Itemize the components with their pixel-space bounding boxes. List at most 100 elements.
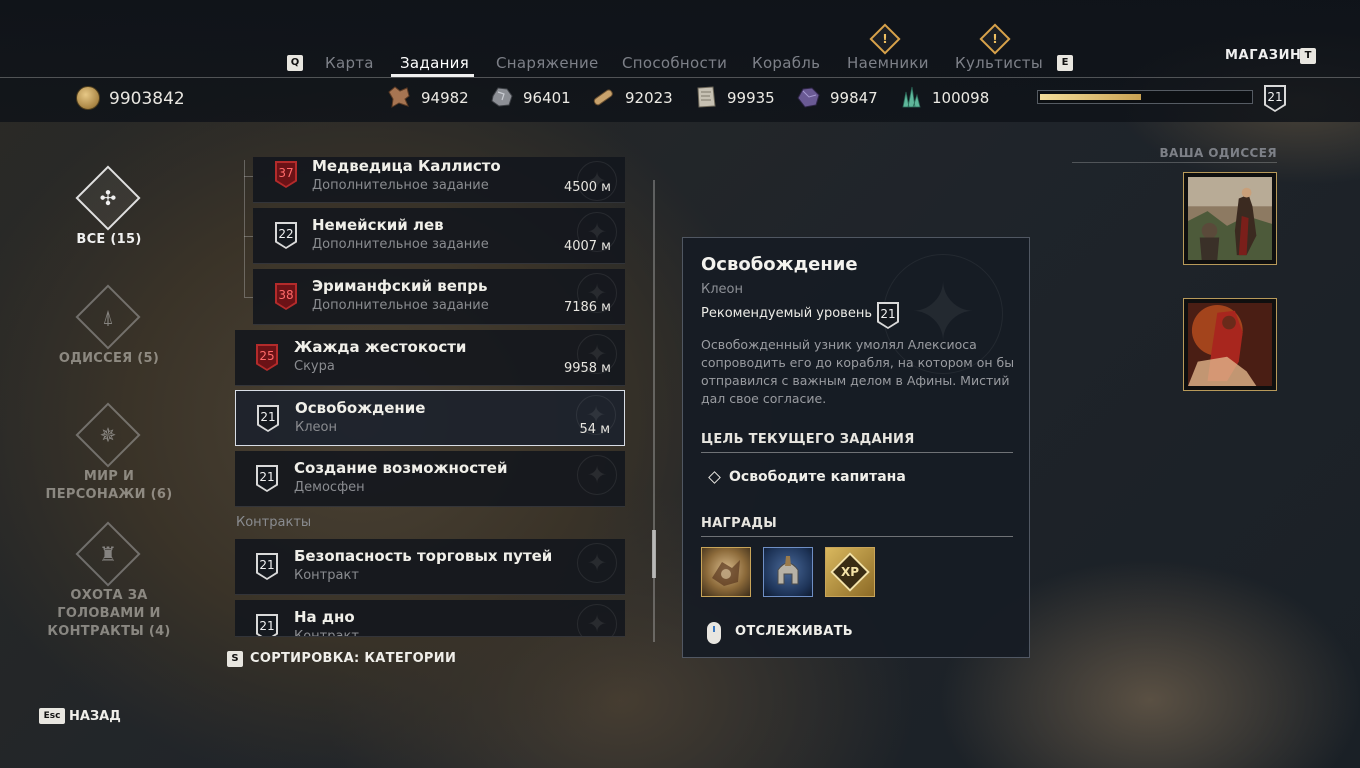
quest-tree-branch xyxy=(244,176,253,177)
quest-type: Демосфен xyxy=(294,480,365,495)
quest-distance: 4007 м xyxy=(563,239,611,254)
quest-row[interactable]: 21 ✦ Создание возможностей Демосфен xyxy=(235,451,625,507)
quest-level-badge: 22 xyxy=(275,222,297,249)
odyssey-scene-image xyxy=(1188,303,1272,386)
xp-reward-icon[interactable]: XP xyxy=(825,547,875,597)
quest-type: Скура xyxy=(294,359,335,374)
crystal-amount: 100098 xyxy=(932,89,990,107)
recommended-level-label: Рекомендуемый уровень xyxy=(701,306,872,321)
quest-distance: 7186 м xyxy=(563,300,611,315)
odyssey-portrait-2[interactable] xyxy=(1183,298,1277,391)
crystal-icon xyxy=(902,86,921,108)
objective-text: Освободите капитана xyxy=(729,469,906,485)
back-key[interactable]: Esc xyxy=(39,708,65,724)
quest-type: Контракт xyxy=(294,568,359,583)
category-bounty-contracts[interactable]: ОХОТА ЗА ГОЛОВАМИ И КОНТРАКТЫ (4) xyxy=(39,587,179,641)
all-quests-icon[interactable]: ✣ xyxy=(75,165,141,231)
compass-icon: ✦ xyxy=(577,455,617,495)
list-scrollbar[interactable] xyxy=(652,530,656,578)
quest-title: На дно xyxy=(294,608,355,626)
odyssey-icon[interactable]: ⍋ xyxy=(75,284,141,350)
quest-level-badge: 21 xyxy=(257,405,279,432)
category-world-characters[interactable]: МИР И ПЕРСОНАЖИ (6) xyxy=(39,468,179,504)
drachmae-amount: 9903842 xyxy=(109,89,185,109)
quest-level-badge: 21 xyxy=(256,465,278,492)
obsidian-icon xyxy=(797,87,820,108)
prev-tab-key[interactable]: Q xyxy=(287,55,303,71)
next-tab-key[interactable]: E xyxy=(1057,55,1073,71)
tab-abilities[interactable]: Способности xyxy=(622,54,727,72)
quest-type: Дополнительное задание xyxy=(312,298,489,313)
category-odyssey[interactable]: ОДИССЕЯ (5) xyxy=(19,350,199,368)
quest-title: Освобождение xyxy=(295,399,426,417)
quest-title: Создание возможностей xyxy=(294,459,508,477)
ancient-tablet-icon xyxy=(697,86,716,108)
quest-row[interactable]: 25 ✦ Жажда жестокости Скура 9958 м xyxy=(235,330,625,386)
detail-title: Освобождение xyxy=(701,254,858,275)
quest-type: Дополнительное задание xyxy=(312,178,489,193)
xp-progress-fill xyxy=(1040,94,1141,100)
quest-type: Дополнительное задание xyxy=(312,237,489,252)
iron-ore-icon xyxy=(491,87,513,107)
odyssey-divider xyxy=(1072,162,1277,163)
quest-row[interactable]: 38 ✦ Эриманфский вепрь Дополнительное за… xyxy=(253,269,625,325)
leather-amount: 94982 xyxy=(421,89,469,107)
shop-button[interactable]: МАГАЗИН xyxy=(1225,48,1302,63)
drachma-icon xyxy=(76,86,100,110)
tab-equipment[interactable]: Снаряжение xyxy=(496,54,599,72)
quest-distance: 4500 м xyxy=(563,180,611,195)
tab-mercenaries[interactable]: Наемники xyxy=(847,54,929,72)
compass-icon: ✦ xyxy=(577,543,617,583)
bounty-contracts-icon[interactable]: ♜ xyxy=(75,521,141,587)
xp-progress-bar xyxy=(1037,90,1253,104)
tab-quests[interactable]: Задания xyxy=(400,54,469,72)
odyssey-scene-image xyxy=(1188,177,1272,260)
quest-tree-branch xyxy=(244,297,253,298)
wood-amount: 92023 xyxy=(625,89,673,107)
sort-button[interactable]: СОРТИРОВКА: КАТЕГОРИИ xyxy=(250,651,456,666)
quest-detail-panel: ✦ Освобождение Клеон Рекомендуемый урове… xyxy=(682,237,1030,658)
ancient-tablet-amount: 99935 xyxy=(727,89,775,107)
objective-header: ЦЕЛЬ ТЕКУЩЕГО ЗАДАНИЯ xyxy=(701,432,915,447)
sort-key[interactable]: S xyxy=(227,651,243,667)
detail-giver: Клеон xyxy=(701,282,743,297)
rewards-divider xyxy=(701,536,1013,537)
quest-type: Контракт xyxy=(294,629,359,637)
quest-title: Медведица Каллисто xyxy=(312,157,501,175)
quest-tree-branch xyxy=(244,236,253,237)
active-tab-indicator xyxy=(391,74,474,77)
detail-description: Освобожденный узник умолял Алексиоса соп… xyxy=(701,337,1015,406)
engraving-reward-icon[interactable] xyxy=(701,547,751,597)
quest-level-badge: 38 xyxy=(275,283,297,310)
quest-row[interactable]: 37 ✦ Медведица Каллисто Дополнительное з… xyxy=(253,157,625,203)
quest-title: Безопасность торговых путей xyxy=(294,547,553,565)
mouse-icon xyxy=(707,622,721,644)
odyssey-header: ВАША ОДИССЕЯ xyxy=(1159,146,1277,160)
quest-row-selected[interactable]: 21 ✦ Освобождение Клеон 54 м xyxy=(235,390,625,446)
quest-title: Жажда жестокости xyxy=(294,338,467,356)
tab-ship[interactable]: Корабль xyxy=(752,54,820,72)
quest-title: Немейский лев xyxy=(312,216,444,234)
iron-ore-amount: 96401 xyxy=(523,89,571,107)
top-bar-divider xyxy=(0,77,1360,78)
world-characters-icon[interactable]: ✵ xyxy=(75,402,141,468)
tab-cultists[interactable]: Культисты xyxy=(955,54,1043,72)
track-button[interactable]: ОТСЛЕЖИВАТЬ xyxy=(735,624,853,639)
shop-key[interactable]: T xyxy=(1300,48,1316,64)
objective-divider xyxy=(701,452,1013,453)
quest-type: Клеон xyxy=(295,420,337,435)
tab-map[interactable]: Карта xyxy=(325,54,374,72)
quest-row[interactable]: 21 ✦ На дно Контракт xyxy=(235,600,625,637)
objective-diamond-icon xyxy=(708,471,721,484)
odyssey-portrait-1[interactable] xyxy=(1183,172,1277,265)
quest-row[interactable]: 21 ✦ Безопасность торговых путей Контрак… xyxy=(235,539,625,595)
helmet-reward-icon[interactable] xyxy=(763,547,813,597)
quest-row[interactable]: 22 ✦ Немейский лев Дополнительное задани… xyxy=(253,208,625,264)
quest-level-badge: 21 xyxy=(256,553,278,580)
category-all[interactable]: ВСЕ (15) xyxy=(19,231,199,249)
back-button[interactable]: НАЗАД xyxy=(69,709,121,724)
quest-level-badge: 37 xyxy=(275,161,297,188)
quest-level-badge: 25 xyxy=(256,344,278,371)
quest-level-badge: 21 xyxy=(256,614,278,636)
compass-icon: ✦ xyxy=(577,604,617,636)
